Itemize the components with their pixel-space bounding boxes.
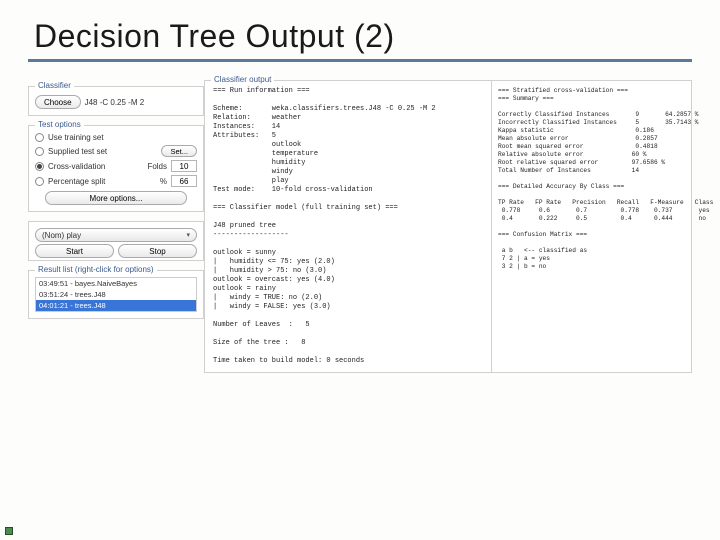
class-attr-panel: (Nom) play ▾ Start Stop bbox=[28, 221, 204, 261]
test-options-panel: Test options Use training set Supplied t… bbox=[28, 125, 204, 212]
radio-percentage-split[interactable] bbox=[35, 177, 44, 186]
right-area: Classifier output === Run information ==… bbox=[204, 80, 692, 373]
cv-label: Cross-validation bbox=[48, 162, 105, 171]
title-rule bbox=[28, 59, 692, 62]
test-options-title: Test options bbox=[35, 120, 84, 129]
result-item[interactable]: 04:01:21 - trees.J48 bbox=[36, 300, 196, 311]
result-list-panel: Result list (right-click for options) 03… bbox=[28, 270, 204, 319]
result-item[interactable]: 03:51:24 - trees.J48 bbox=[36, 289, 196, 300]
folds-label: Folds bbox=[147, 162, 167, 171]
class-attr-combo[interactable]: (Nom) play ▾ bbox=[35, 228, 197, 242]
corner-icon bbox=[4, 526, 14, 536]
radio-cross-validation[interactable] bbox=[35, 162, 44, 171]
weka-app: Classifier Choose J48 -C 0.25 -M 2 Test … bbox=[28, 80, 692, 373]
class-attr-value: (Nom) play bbox=[42, 231, 81, 240]
pct-label: Percentage split bbox=[48, 177, 105, 186]
result-list-title: Result list (right-click for options) bbox=[35, 265, 157, 274]
supplied-test-label: Supplied test set bbox=[48, 147, 107, 156]
slide-title: Decision Tree Output (2) bbox=[34, 18, 692, 55]
start-button[interactable]: Start bbox=[35, 244, 114, 258]
left-panel: Classifier Choose J48 -C 0.25 -M 2 Test … bbox=[28, 80, 204, 373]
pct-input[interactable] bbox=[171, 175, 197, 187]
folds-input[interactable] bbox=[171, 160, 197, 172]
result-item[interactable]: 03:49:51 - bayes.NaiveBayes bbox=[36, 278, 196, 289]
radio-supplied-test[interactable] bbox=[35, 147, 44, 156]
classifier-output-title: Classifier output bbox=[211, 75, 274, 84]
stats-panel: === Stratified cross-validation === === … bbox=[492, 80, 692, 373]
result-list[interactable]: 03:49:51 - bayes.NaiveBayes 03:51:24 - t… bbox=[35, 277, 197, 312]
classifier-string[interactable]: J48 -C 0.25 -M 2 bbox=[85, 98, 145, 107]
use-training-label: Use training set bbox=[48, 133, 104, 142]
pct-sign: % bbox=[160, 177, 167, 186]
radio-use-training[interactable] bbox=[35, 133, 44, 142]
classifier-panel: Classifier Choose J48 -C 0.25 -M 2 bbox=[28, 86, 204, 116]
chevron-down-icon: ▾ bbox=[186, 231, 190, 239]
classifier-output-panel: Classifier output === Run information ==… bbox=[204, 80, 492, 373]
more-options-button[interactable]: More options... bbox=[45, 191, 188, 205]
set-button[interactable]: Set... bbox=[161, 145, 197, 157]
choose-button[interactable]: Choose bbox=[35, 95, 81, 109]
stop-button[interactable]: Stop bbox=[118, 244, 197, 258]
classifier-output-text[interactable]: === Run information === Scheme: weka.cla… bbox=[213, 87, 483, 366]
classifier-panel-title: Classifier bbox=[35, 81, 74, 90]
stats-text[interactable]: === Stratified cross-validation === === … bbox=[498, 87, 685, 271]
